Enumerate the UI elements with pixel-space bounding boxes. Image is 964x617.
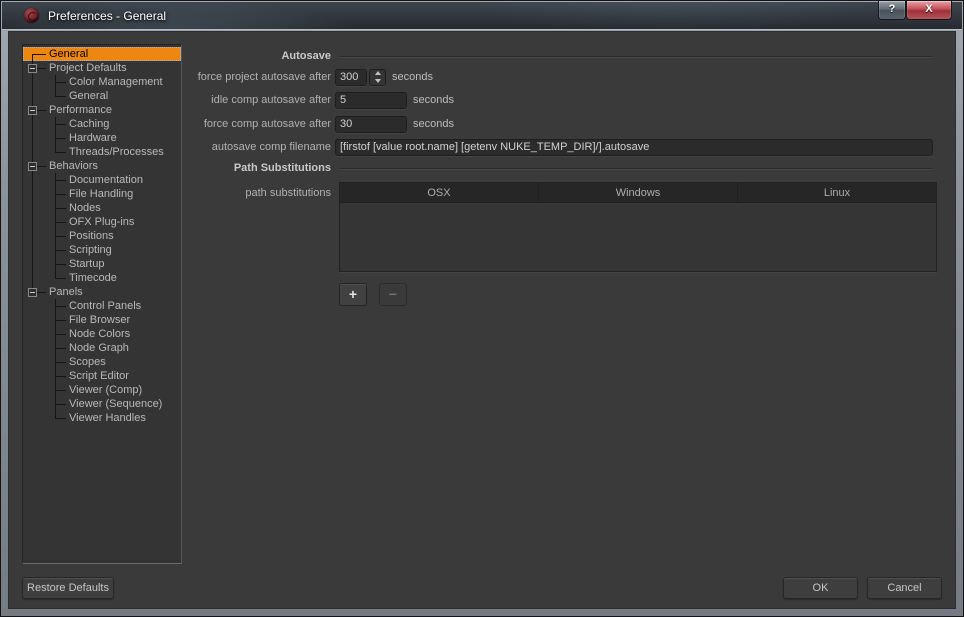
add-substitution-button[interactable]: + — [339, 283, 367, 306]
idle-comp-autosave-row: idle comp autosave after seconds — [9, 91, 454, 109]
autosave-group-title: Autosave — [9, 50, 335, 62]
preferences-window: Preferences - General ? X GeneralProject… — [0, 0, 964, 617]
tree-branch-line — [55, 390, 66, 391]
tree-branch-line — [55, 306, 66, 307]
tree-branch-line — [55, 376, 66, 377]
spinner-up-icon[interactable] — [370, 70, 385, 78]
spinner-down-icon[interactable] — [370, 77, 385, 85]
tree-item-label: OFX Plug-ins — [69, 216, 134, 228]
tree-item-panels-file-browser[interactable]: File Browser — [23, 313, 181, 327]
restore-defaults-button[interactable]: Restore Defaults — [22, 577, 114, 599]
path-substitutions-label: path substitutions — [9, 187, 335, 199]
tree-item-label: Control Panels — [69, 300, 141, 312]
tree-item-label: Viewer (Sequence) — [69, 398, 162, 410]
tree-branch-line — [55, 82, 66, 83]
tree-branch-line — [55, 348, 66, 349]
help-button[interactable]: ? — [878, 1, 906, 20]
tree-branch-line — [55, 124, 66, 125]
autosave-group-header: Autosave — [9, 48, 933, 64]
force-comp-autosave-row: force comp autosave after seconds — [9, 115, 454, 133]
tree-item-behaviors-scripting[interactable]: Scripting — [23, 243, 181, 257]
tree-branch-line — [55, 236, 66, 237]
tree-item-panels-viewer-sequence[interactable]: Viewer (Sequence) — [23, 397, 181, 411]
tree-item-label: Script Editor — [69, 370, 129, 382]
tree-item-behaviors-timecode[interactable]: Timecode — [23, 271, 181, 285]
tree-item-label: Scripting — [69, 244, 112, 256]
tree-item-label: Positions — [69, 230, 114, 242]
titlebar[interactable]: Preferences - General — [2, 2, 962, 29]
autosave-filename-input[interactable] — [335, 139, 933, 156]
path-substitutions-table[interactable]: OSX Windows Linux — [339, 182, 937, 272]
tree-item-panels[interactable]: Panels — [23, 285, 181, 299]
collapse-expander-icon[interactable] — [28, 288, 37, 297]
force-project-autosave-input[interactable] — [335, 69, 367, 86]
autosave-filename-row: autosave comp filename — [9, 138, 933, 156]
tree-branch-line — [55, 222, 66, 223]
tree-item-panels-scopes[interactable]: Scopes — [23, 355, 181, 369]
tree-item-label: Viewer Handles — [69, 412, 146, 424]
tree-item-label: Panels — [49, 286, 83, 298]
tree-branch-line — [55, 152, 66, 153]
tree-item-panels-control-panels[interactable]: Control Panels — [23, 299, 181, 313]
column-header-osx[interactable]: OSX — [340, 183, 539, 202]
tree-branch-line — [32, 54, 46, 55]
force-project-autosave-spinner[interactable] — [369, 69, 386, 86]
tree-item-label: Nodes — [69, 202, 101, 214]
force-comp-autosave-input[interactable] — [335, 116, 407, 133]
tree-branch-line — [55, 138, 66, 139]
tree-branch-line — [55, 250, 66, 251]
idle-comp-autosave-input[interactable] — [335, 92, 407, 109]
path-substitutions-label-row: path substitutions — [9, 184, 335, 202]
tree-branch-line — [55, 194, 66, 195]
tree-item-label: Node Graph — [69, 342, 129, 354]
collapse-expander-icon[interactable] — [28, 162, 37, 171]
path-substitutions-group-title: Path Substitutions — [9, 162, 335, 174]
tree-item-label: Scopes — [69, 356, 106, 368]
column-header-linux[interactable]: Linux — [738, 183, 936, 202]
autosave-group-rule — [339, 56, 933, 57]
force-project-autosave-suffix: seconds — [392, 71, 433, 83]
tree-branch-line — [55, 208, 66, 209]
tree-item-behaviors-ofx-plug-ins[interactable]: OFX Plug-ins — [23, 215, 181, 229]
tree-item-behaviors-startup[interactable]: Startup — [23, 257, 181, 271]
idle-comp-autosave-suffix: seconds — [413, 94, 454, 106]
remove-substitution-button[interactable]: − — [379, 283, 407, 306]
tree-item-panels-viewer-comp[interactable]: Viewer (Comp) — [23, 383, 181, 397]
collapse-expander-icon[interactable] — [28, 106, 37, 115]
column-header-windows[interactable]: Windows — [539, 183, 738, 202]
tree-branch-line — [55, 418, 66, 419]
tree-item-panels-viewer-handles[interactable]: Viewer Handles — [23, 411, 181, 425]
tree-branch-line — [55, 278, 66, 279]
ok-button[interactable]: OK — [783, 577, 858, 599]
tree-item-panels-script-editor[interactable]: Script Editor — [23, 369, 181, 383]
tree-item-label: Viewer (Comp) — [69, 384, 142, 396]
force-comp-autosave-suffix: seconds — [413, 118, 454, 130]
path-substitutions-table-header: OSX Windows Linux — [340, 183, 936, 203]
tree-item-label: Node Colors — [69, 328, 130, 340]
collapse-expander-icon[interactable] — [28, 64, 37, 73]
tree-item-label: Startup — [69, 258, 104, 270]
force-project-autosave-row: force project autosave after seconds — [9, 68, 433, 86]
dialog-client-area: GeneralProject DefaultsColor ManagementG… — [8, 31, 956, 609]
tree-branch-line — [55, 180, 66, 181]
tree-branch-line — [55, 334, 66, 335]
cancel-button[interactable]: Cancel — [867, 577, 942, 599]
tree-item-panels-node-colors[interactable]: Node Colors — [23, 327, 181, 341]
tree-item-behaviors-nodes[interactable]: Nodes — [23, 201, 181, 215]
nuke-app-icon — [24, 8, 39, 23]
path-substitutions-group-rule — [339, 168, 933, 169]
tree-branch-line — [55, 96, 66, 97]
tree-item-behaviors-positions[interactable]: Positions — [23, 229, 181, 243]
tree-branch-line — [55, 320, 66, 321]
tree-branch-line — [55, 362, 66, 363]
tree-item-panels-node-graph[interactable]: Node Graph — [23, 341, 181, 355]
tree-item-label: Timecode — [69, 272, 117, 284]
window-title: Preferences - General — [48, 9, 166, 23]
tree-item-label: File Browser — [69, 314, 130, 326]
close-button[interactable]: X — [906, 1, 952, 20]
path-substitutions-group-header: Path Substitutions — [9, 160, 933, 176]
tree-branch-line — [55, 404, 66, 405]
tree-branch-line — [55, 264, 66, 265]
